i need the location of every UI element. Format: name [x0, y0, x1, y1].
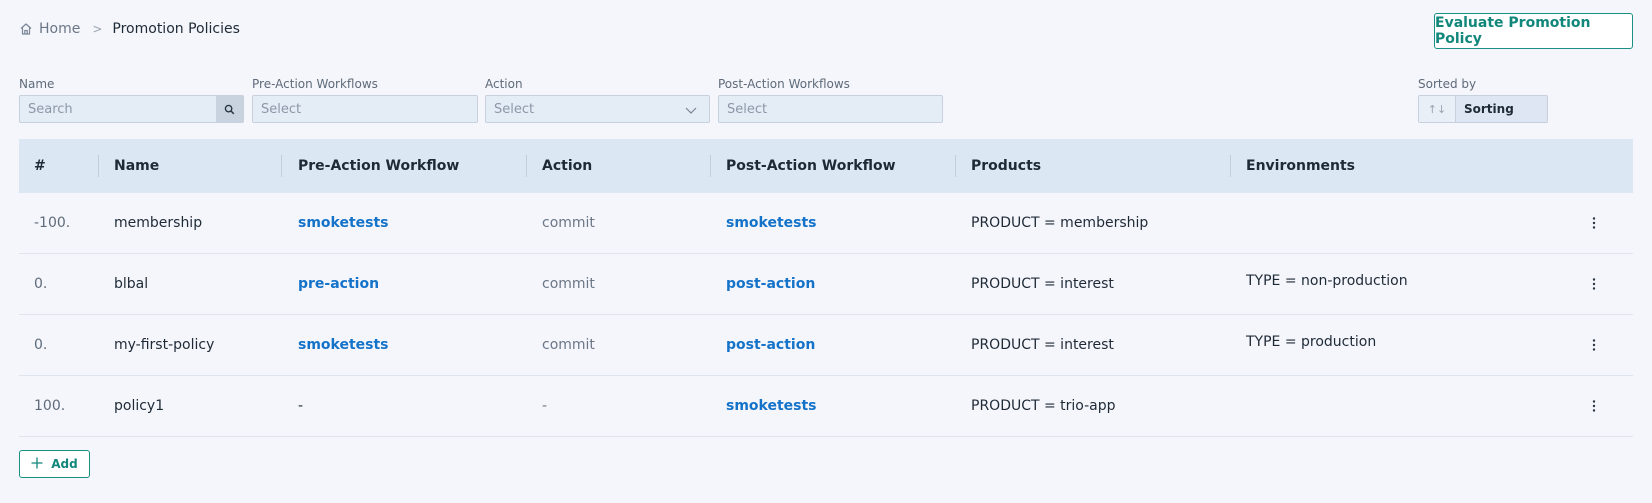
more-options-icon[interactable] [1586, 254, 1602, 314]
sort-select[interactable]: ↑↓ Sorting [1418, 95, 1548, 123]
header-products: Products [971, 158, 1042, 174]
pre-action-link[interactable]: smoketests [298, 315, 389, 375]
row-environments: TYPE = non-production [1246, 273, 1408, 289]
row-name: my-first-policy [114, 337, 215, 353]
sort-filter: Sorted by ↑↓ Sorting [1418, 76, 1548, 123]
post-action-filter: Post-Action Workflows Select [718, 76, 943, 123]
evaluate-promotion-policy-button[interactable]: Evaluate Promotion Policy [1434, 13, 1633, 49]
table-row: 100. policy1 - - smoketests PRODUCT = tr… [19, 376, 1633, 437]
row-products: PRODUCT = interest [971, 276, 1114, 292]
search-input[interactable]: Search [19, 95, 244, 123]
name-filter-label: Name [19, 77, 55, 91]
action-filter-label: Action [485, 77, 523, 91]
table-row: -100. membership smoketests commit smoke… [19, 193, 1633, 254]
table-header: # Name Pre-Action Workflow Action Post-A… [19, 139, 1633, 193]
post-action-link[interactable]: post-action [726, 254, 815, 314]
row-products: PRODUCT = trio-app [971, 398, 1116, 414]
header-divider [955, 155, 956, 177]
row-number: 100. [34, 398, 66, 414]
row-action: commit [542, 337, 595, 353]
home-icon [19, 22, 33, 36]
header-action: Action [542, 158, 593, 174]
row-action: commit [542, 215, 595, 231]
header-divider [281, 155, 282, 177]
table-row: 0. blbal pre-action commit post-action P… [19, 254, 1633, 315]
pre-action-filter: Pre-Action Workflows Select [252, 76, 478, 123]
post-action-placeholder: Select [727, 101, 768, 117]
action-filter: Action Select [485, 76, 710, 123]
pre-action-link[interactable]: pre-action [298, 254, 379, 314]
pre-action-link[interactable]: smoketests [298, 193, 389, 253]
more-options-icon[interactable] [1586, 376, 1602, 436]
add-button[interactable]: Add [19, 450, 90, 478]
breadcrumb-current: Promotion Policies [112, 21, 240, 37]
promotion-policies-table: # Name Pre-Action Workflow Action Post-A… [19, 139, 1633, 437]
plus-icon [31, 457, 43, 472]
chevron-down-icon[interactable] [685, 104, 697, 119]
header-divider [98, 155, 99, 177]
name-filter: Name Search [19, 76, 244, 123]
pre-action-filter-label: Pre-Action Workflows [252, 77, 378, 91]
post-action-select[interactable]: Select [718, 95, 943, 123]
row-pre-action: - [298, 398, 304, 414]
row-number: 0. [34, 276, 48, 292]
header-name: Name [114, 158, 160, 174]
header-environments: Environments [1246, 158, 1356, 174]
sort-icon[interactable]: ↑↓ [1419, 96, 1456, 122]
row-name: membership [114, 215, 203, 231]
sort-filter-label: Sorted by [1418, 77, 1477, 91]
more-options-icon[interactable] [1586, 193, 1602, 253]
breadcrumb-separator: > [92, 22, 103, 36]
header-divider [526, 155, 527, 177]
row-number: -100. [34, 215, 71, 231]
row-action: - [542, 398, 548, 414]
header-post-action: Post-Action Workflow [726, 158, 896, 174]
header-divider [1230, 155, 1231, 177]
search-placeholder: Search [28, 101, 73, 117]
action-select[interactable]: Select [485, 95, 710, 123]
add-button-label: Add [51, 457, 78, 471]
sort-value: Sorting [1464, 102, 1514, 116]
action-placeholder: Select [494, 101, 535, 117]
breadcrumb-home-label: Home [39, 21, 81, 37]
post-action-link[interactable]: smoketests [726, 193, 817, 253]
breadcrumb-home-link[interactable]: Home [19, 21, 80, 37]
row-action: commit [542, 276, 595, 292]
post-action-link[interactable]: smoketests [726, 376, 817, 436]
table-row: 0. my-first-policy smoketests commit pos… [19, 315, 1633, 376]
search-icon[interactable] [216, 96, 243, 122]
row-products: PRODUCT = membership [971, 215, 1149, 231]
row-name: blbal [114, 276, 149, 292]
header-number: # [34, 158, 46, 174]
pre-action-select[interactable]: Select [252, 95, 478, 123]
row-environments: TYPE = production [1246, 334, 1377, 350]
pre-action-placeholder: Select [261, 101, 302, 117]
header-divider [710, 155, 711, 177]
post-action-link[interactable]: post-action [726, 315, 815, 375]
post-action-filter-label: Post-Action Workflows [718, 77, 850, 91]
breadcrumb: Home > Promotion Policies [19, 21, 240, 37]
row-number: 0. [34, 337, 48, 353]
row-products: PRODUCT = interest [971, 337, 1114, 353]
more-options-icon[interactable] [1586, 315, 1602, 375]
header-pre-action: Pre-Action Workflow [298, 158, 460, 174]
top-bar: Home > Promotion Policies Evaluate Promo… [19, 0, 1633, 60]
row-name: policy1 [114, 398, 165, 414]
